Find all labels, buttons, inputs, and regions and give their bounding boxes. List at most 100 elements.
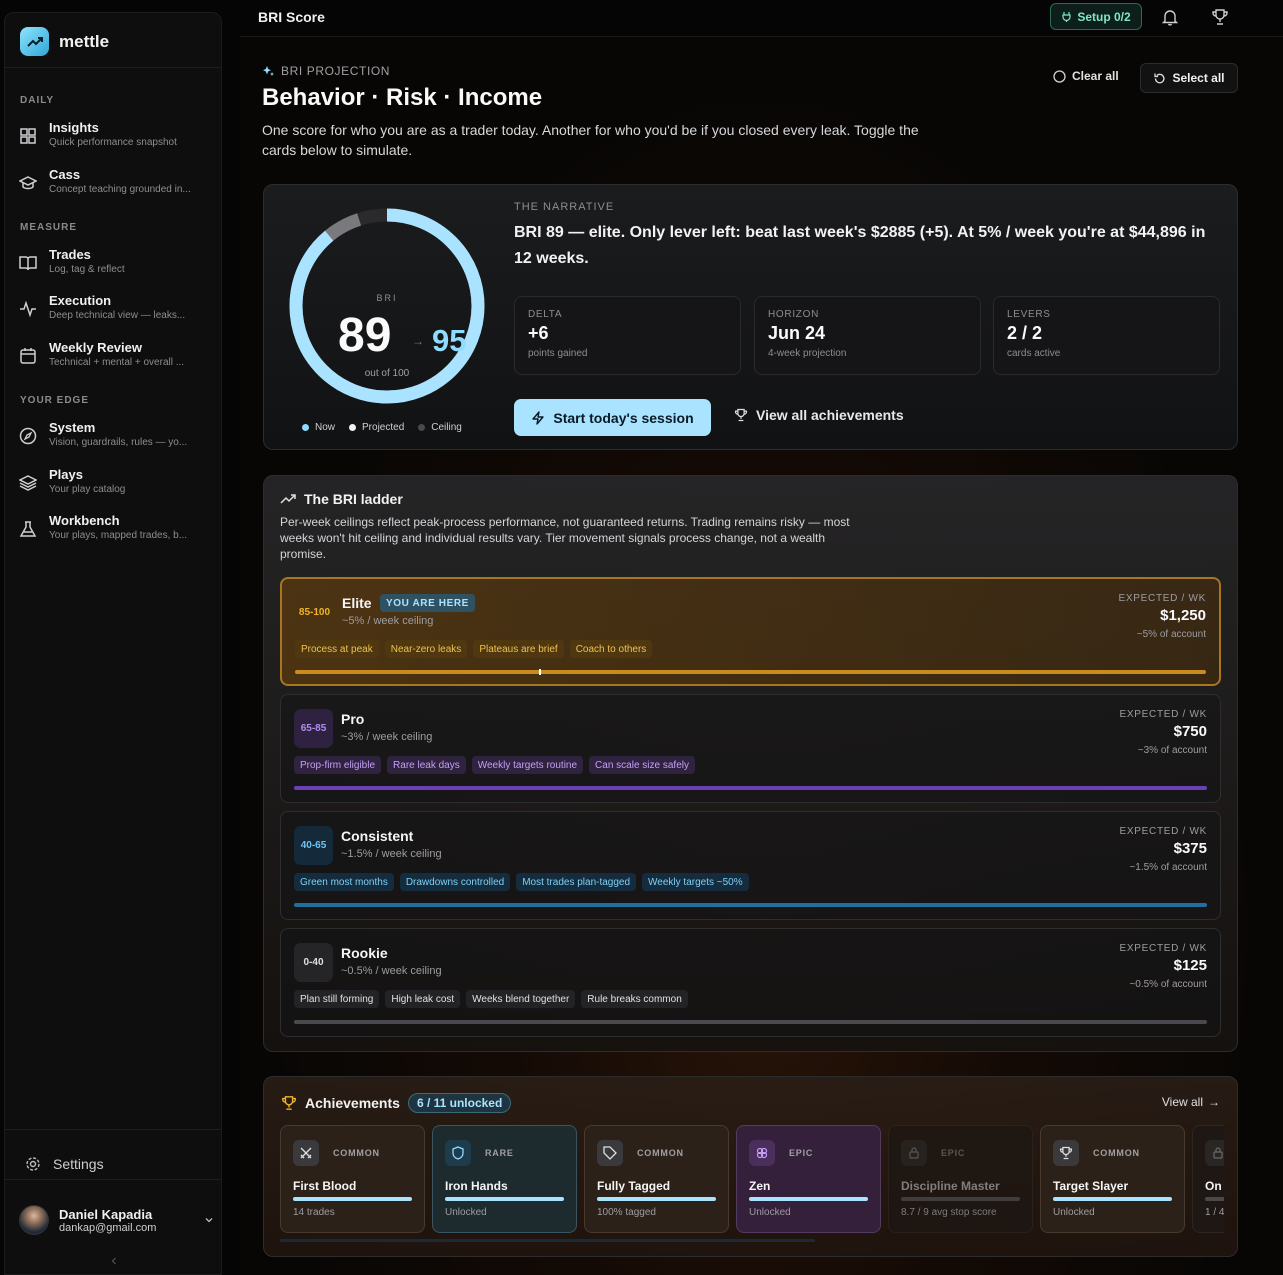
page-title: BRI Score <box>258 9 325 25</box>
sidebar-item-cass[interactable]: Cass Concept teaching grounded in... <box>19 167 214 207</box>
select-all-label: Select all <box>1172 71 1225 85</box>
collapse-sidebar-icon[interactable] <box>109 1256 119 1266</box>
eyebrow: BRI PROJECTION <box>262 64 390 78</box>
bell-icon[interactable] <box>1161 8 1179 26</box>
view-all-link[interactable]: View all → <box>1162 1095 1220 1109</box>
tier-rookie[interactable]: 0-40 Rookie ~0.5% / week ceiling Plan st… <box>280 928 1221 1037</box>
stat-levers: LEVERS 2 / 2 cards active <box>993 296 1220 375</box>
divider <box>5 1129 221 1130</box>
trophy-icon[interactable] <box>1211 8 1229 26</box>
achievement-progress <box>445 1197 564 1201</box>
sidebar-item-title: Trades <box>49 247 91 262</box>
achievement-name: Target Slayer <box>1053 1179 1129 1193</box>
tag-icon <box>597 1140 623 1166</box>
sidebar-item-subtitle: Deep technical view — leaks... <box>49 310 186 321</box>
tier-tag: Most trades plan-tagged <box>516 873 637 891</box>
lock-icon <box>1205 1140 1224 1166</box>
select-all-button[interactable]: Select all <box>1140 63 1238 93</box>
tier-bar <box>294 903 1207 907</box>
sidebar-item-subtitle: Concept teaching grounded in... <box>49 184 191 195</box>
section-label-your-edge: YOUR EDGE <box>20 395 90 406</box>
expected-pct: ~0.5% of account <box>1129 979 1207 990</box>
achievement-card[interactable]: RARE Iron Hands Unlocked <box>432 1125 577 1233</box>
sidebar: mettle DAILY Insights Quick performance s… <box>4 12 222 1275</box>
tier-tags: Plan still forming High leak cost Weeks … <box>294 990 688 1008</box>
view-achievements-link[interactable]: View all achievements <box>734 407 904 423</box>
tier-bar <box>294 1020 1207 1024</box>
achievement-card[interactable]: EPIC Zen Unlocked <box>736 1125 881 1233</box>
tier-name: Elite <box>342 595 372 611</box>
tier-expected: EXPECTED / WK $1,250 ~5% of account <box>1119 593 1206 640</box>
achievement-cards: COMMON First Blood 14 trades RARE Iron H… <box>280 1125 1224 1235</box>
expected-value: $375 <box>1173 840 1207 857</box>
achievement-card-locked[interactable]: On 1 / 4 <box>1192 1125 1224 1233</box>
calendar-icon <box>20 348 36 364</box>
tier-tag: Plan still forming <box>294 990 380 1008</box>
tier-bar <box>295 669 1206 675</box>
achievement-card-locked[interactable]: EPIC Discipline Master 8.7 / 9 avg stop … <box>888 1125 1033 1233</box>
sidebar-item-trades[interactable]: Trades Log, tag & reflect <box>19 247 214 287</box>
achievement-name: Zen <box>749 1179 771 1193</box>
achievement-progress <box>749 1197 868 1201</box>
sidebar-item-system[interactable]: System Vision, guardrails, rules — yo... <box>19 420 214 460</box>
achievement-name: Discipline Master <box>901 1179 1000 1193</box>
sidebar-item-execution[interactable]: Execution Deep technical view — leaks... <box>19 293 214 333</box>
gauge-out-of: out of 100 <box>364 368 410 379</box>
legend-label: Now <box>315 422 336 433</box>
sidebar-item-title: Weekly Review <box>49 340 142 355</box>
achievement-rarity: EPIC <box>789 1148 814 1158</box>
stat-value: 2 / 2 <box>1007 323 1043 343</box>
tier-consistent[interactable]: 40-65 Consistent ~1.5% / week ceiling Gr… <box>280 811 1221 920</box>
stat-delta: DELTA +6 points gained <box>514 296 741 375</box>
sidebar-item-subtitle: Quick performance snapshot <box>49 137 177 148</box>
tier-tags: Process at peak Near-zero leaks Plateaus… <box>295 640 653 658</box>
view-achievements-label: View all achievements <box>756 407 904 423</box>
section-description: One score for who you are as a trader to… <box>262 122 919 158</box>
legend-now: Now <box>302 422 335 433</box>
section-title: Behavior · Risk · Income <box>262 84 543 111</box>
sidebar-item-insights[interactable]: Insights Quick performance snapshot <box>19 120 214 160</box>
tier-tags: Green most months Drawdowns controlled M… <box>294 873 749 891</box>
expected-pct: ~3% of account <box>1137 745 1207 756</box>
stat-value: Jun 24 <box>768 323 826 343</box>
setup-label: Setup 0/2 <box>1077 9 1131 24</box>
app-logo[interactable]: mettle <box>20 27 109 56</box>
user-name: Daniel Kapadia <box>59 1206 153 1222</box>
setup-button[interactable]: Setup 0/2 <box>1050 3 1142 30</box>
expected-label: EXPECTED / WK <box>1118 593 1206 604</box>
tier-tag: Weekly targets ~50% <box>642 873 749 891</box>
expected-label: EXPECTED / WK <box>1119 943 1207 954</box>
achievement-progress <box>293 1197 412 1201</box>
tier-tags: Prop-firm eligible Rare leak days Weekly… <box>294 756 695 774</box>
section-label-measure: MEASURE <box>20 222 78 233</box>
start-session-button[interactable]: Start today's session <box>514 399 711 436</box>
plug-icon <box>1062 12 1071 22</box>
user-menu[interactable]: Daniel Kapadia dankap@gmail.com <box>19 1205 214 1235</box>
expected-value: $125 <box>1173 957 1207 974</box>
achievement-rarity: EPIC <box>941 1148 966 1158</box>
clear-all-label: Clear all <box>1072 69 1119 83</box>
sidebar-item-plays[interactable]: Plays Your play catalog <box>19 467 214 507</box>
tier-expected: EXPECTED / WK $125 ~0.5% of account <box>1120 943 1207 990</box>
tier-tag: Rule breaks common <box>581 990 688 1008</box>
achievement-detail: 14 trades <box>293 1207 335 1218</box>
tier-elite[interactable]: 85-100 Elite YOU ARE HERE ~5% / week cei… <box>280 577 1221 686</box>
tier-bar <box>294 786 1207 790</box>
clear-all-button[interactable]: Clear all <box>1053 69 1119 83</box>
achievement-card[interactable]: COMMON First Blood 14 trades <box>280 1125 425 1233</box>
achievement-card[interactable]: COMMON Fully Tagged 100% tagged <box>584 1125 729 1233</box>
stat-value: +6 <box>528 323 549 343</box>
achievement-detail: 8.7 / 9 avg stop score <box>901 1207 997 1218</box>
cards-scrollbar[interactable] <box>280 1239 815 1242</box>
sidebar-item-workbench[interactable]: Workbench Your plays, mapped trades, b... <box>19 513 214 553</box>
achievement-rarity: COMMON <box>333 1148 380 1158</box>
settings-link[interactable]: Settings <box>25 1156 104 1172</box>
graduation-cap-icon <box>19 176 37 190</box>
tier-tag: Can scale size safely <box>589 756 695 774</box>
trophy-icon <box>1053 1140 1079 1166</box>
achievement-card[interactable]: COMMON Target Slayer Unlocked <box>1040 1125 1185 1233</box>
tier-pro[interactable]: 65-85 Pro ~3% / week ceiling Prop-firm e… <box>280 694 1221 803</box>
achievements-header: Achievements 6 / 11 unlocked <box>281 1093 512 1113</box>
expected-label: EXPECTED / WK <box>1119 709 1207 720</box>
sidebar-item-weekly-review[interactable]: Weekly Review Technical + mental + overal… <box>19 340 214 380</box>
